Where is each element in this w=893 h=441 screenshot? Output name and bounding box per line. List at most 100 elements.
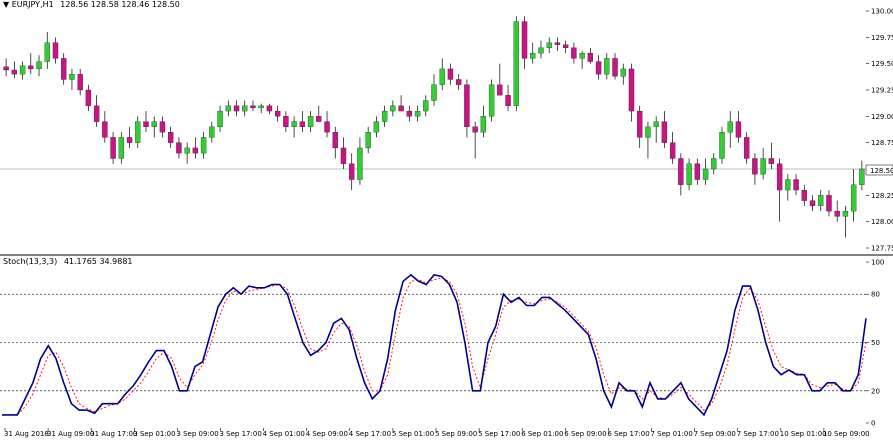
time-tick-label: 31 Aug 17:00 — [90, 430, 137, 438]
candle-body — [28, 65, 34, 70]
price-tick-label: 129.75 — [871, 34, 893, 42]
candle-body — [604, 58, 610, 75]
dropdown-arrow-icon[interactable]: ▼ — [3, 0, 12, 9]
stochastic-tick-label: 80 — [871, 291, 880, 299]
candle-body — [505, 95, 511, 106]
time-tick-label: 7 Sep 01:00 — [651, 430, 693, 438]
time-tick-label: 31 Aug 09:00 — [47, 430, 94, 438]
candle-body — [744, 137, 750, 159]
candle-body — [628, 68, 635, 112]
candle-body — [423, 100, 429, 112]
chart-canvas: 130.00 129.75 129.50 129.25 129.00 128.75 128.… — [0, 0, 893, 441]
candle-body — [307, 116, 314, 127]
candle-body — [497, 84, 503, 96]
candle-body — [645, 126, 651, 138]
time-tick-label: 4 Sep 17:00 — [349, 430, 391, 438]
candle-body — [464, 84, 470, 127]
candle-body — [258, 105, 264, 109]
current-price-label: 128.50 — [870, 167, 893, 175]
candle-body — [36, 61, 42, 70]
candle-body — [365, 132, 371, 149]
candle-body — [431, 84, 437, 101]
time-tick-label: 3 Sep 17:00 — [220, 430, 262, 438]
candle-body — [242, 105, 248, 112]
candle-body — [752, 158, 758, 175]
candle-body — [77, 74, 83, 91]
time-tick-label: 5 Sep 01:00 — [392, 430, 434, 438]
candle-body — [669, 142, 676, 159]
candle-body — [488, 84, 495, 117]
price-tick-label: 128.00 — [871, 218, 893, 226]
candle-body — [118, 137, 124, 159]
candle-body — [61, 58, 67, 80]
time-tick-label: 5 Sep 17:00 — [478, 430, 520, 438]
candle-body — [859, 168, 865, 185]
candle — [488, 79, 495, 122]
candle — [719, 126, 725, 164]
candle-body — [233, 105, 240, 112]
candle-body — [620, 68, 626, 77]
candle-body — [579, 53, 585, 59]
stochastic-values: 41.1765 34.9881 — [64, 257, 133, 266]
candle-body — [562, 44, 569, 48]
candle-body — [373, 121, 380, 133]
price-tick-label: 130.00 — [871, 8, 893, 16]
candle-body — [834, 211, 840, 217]
candle-body — [159, 121, 166, 133]
candle-body — [209, 126, 215, 138]
candle-body — [11, 69, 18, 75]
candle-body — [324, 121, 330, 133]
candle-body — [826, 195, 832, 212]
candle-body — [694, 163, 700, 180]
candle-body — [3, 66, 9, 71]
price-tick-label: 129.50 — [871, 60, 893, 68]
candle-body — [357, 147, 363, 180]
price-header: ▼ EURJPY,H1 128.56 128.58 128.46 128.50 — [3, 0, 180, 9]
time-tick-label: 3 Sep 01:00 — [133, 430, 175, 438]
candle-body — [250, 105, 256, 109]
stochastic-header: Stoch(13,3,3) 41.1765 34.9881 — [3, 257, 133, 266]
candle-body — [200, 137, 207, 154]
candle-body — [126, 137, 133, 143]
time-tick-label: 10 Sep 09:00 — [823, 430, 870, 438]
candle-body — [612, 58, 618, 77]
candle-body — [760, 158, 766, 175]
stochastic-label: Stoch(13,3,3) — [3, 257, 57, 266]
candle-body — [776, 163, 783, 191]
candle-body — [85, 89, 92, 106]
candle-body — [110, 137, 116, 159]
candle-body — [102, 121, 108, 138]
candle-body — [538, 47, 544, 54]
candle-body — [439, 68, 445, 85]
candle-body — [661, 121, 668, 143]
candle-body — [686, 163, 692, 185]
candle-body — [349, 163, 355, 180]
candle-body — [217, 110, 223, 127]
price-tick-label: 129.25 — [871, 87, 893, 95]
candle-body — [414, 110, 421, 117]
time-tick-label: 3 Sep 09:00 — [176, 430, 218, 438]
candle-body — [398, 105, 404, 112]
candle-body — [637, 110, 643, 138]
time-tick-label: 31 Aug 2018 — [4, 430, 49, 438]
candle-body — [546, 42, 552, 48]
candle-body — [184, 147, 190, 154]
candle-body — [727, 121, 733, 133]
time-tick-label: 4 Sep 01:00 — [263, 430, 305, 438]
candle-body — [332, 132, 338, 149]
candle-body — [406, 110, 412, 117]
candle-body — [456, 79, 462, 85]
candle-body — [225, 105, 231, 112]
stochastic-tick-label: 100 — [871, 259, 884, 267]
candle-body — [19, 65, 26, 75]
time-axis: 31 Aug 201831 Aug 09:0031 Aug 17:003 Sep… — [4, 428, 870, 438]
candle-body — [69, 74, 75, 80]
candle-body — [587, 53, 594, 62]
candle-body — [472, 126, 478, 133]
time-tick-label: 10 Sep 01:00 — [780, 430, 827, 438]
time-tick-label: 6 Sep 09:00 — [564, 430, 606, 438]
candle-body — [719, 132, 725, 159]
candle-body — [266, 105, 273, 112]
candle-body — [176, 142, 182, 154]
candle-body — [530, 53, 536, 59]
